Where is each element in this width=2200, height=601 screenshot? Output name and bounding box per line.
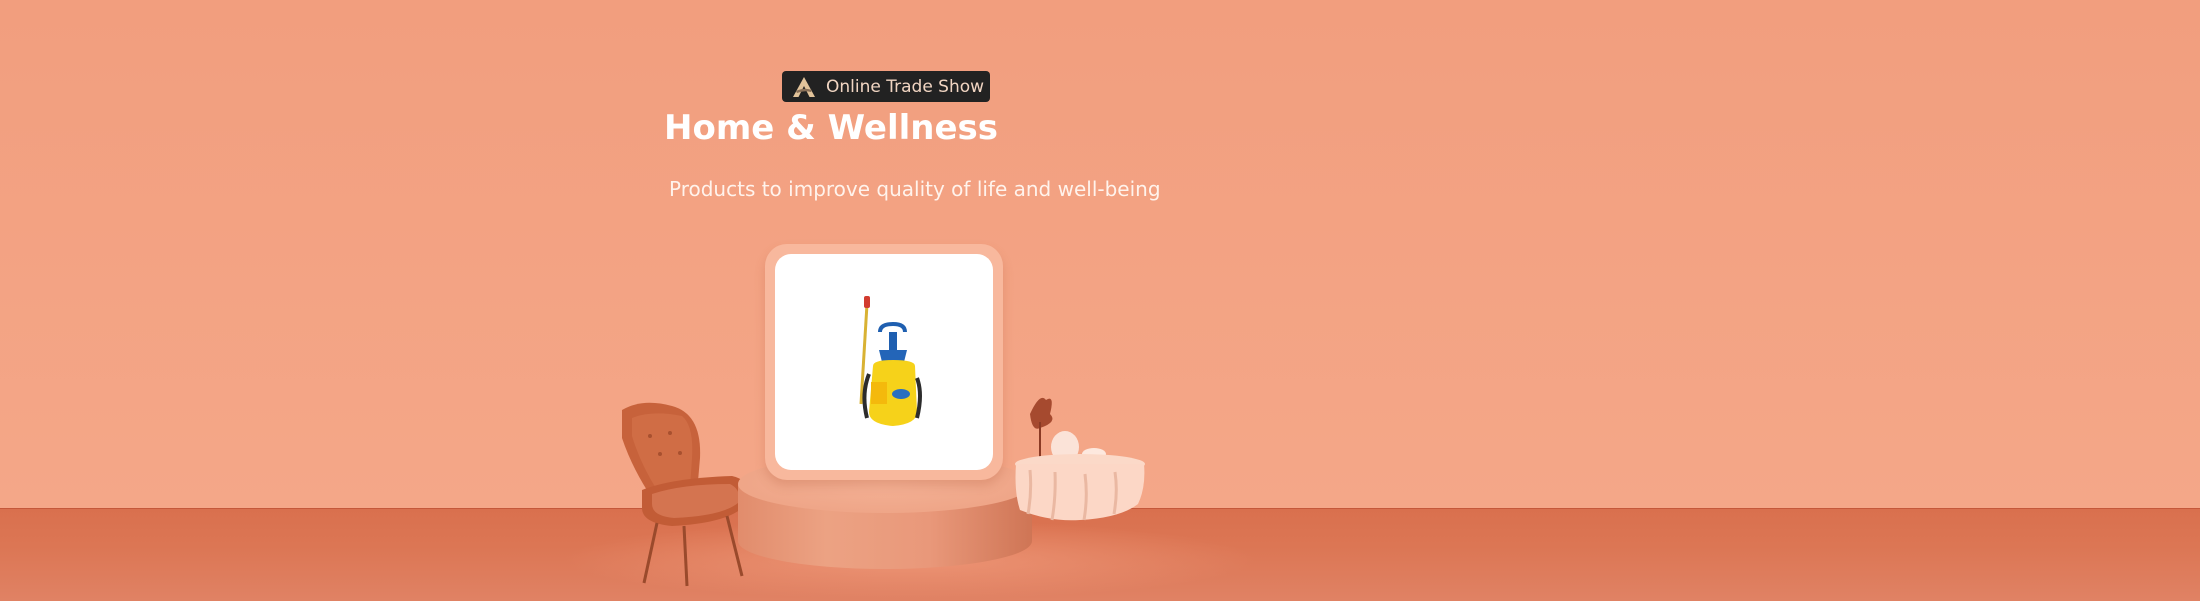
banner-subtitle: Products to improve quality of life and … [669, 177, 1161, 201]
banner-title: Home & Wellness [664, 108, 999, 148]
alibaba-a-logo-icon [793, 76, 815, 97]
product-card[interactable] [775, 254, 993, 470]
trade-show-badge[interactable]: Online Trade Show [782, 71, 990, 102]
pressure-sprayer-product-image[interactable] [845, 294, 925, 434]
product-frame[interactable] [765, 244, 1003, 480]
trade-show-badge-label: Online Trade Show [826, 76, 985, 97]
dining-table-decoration [1015, 397, 1145, 521]
